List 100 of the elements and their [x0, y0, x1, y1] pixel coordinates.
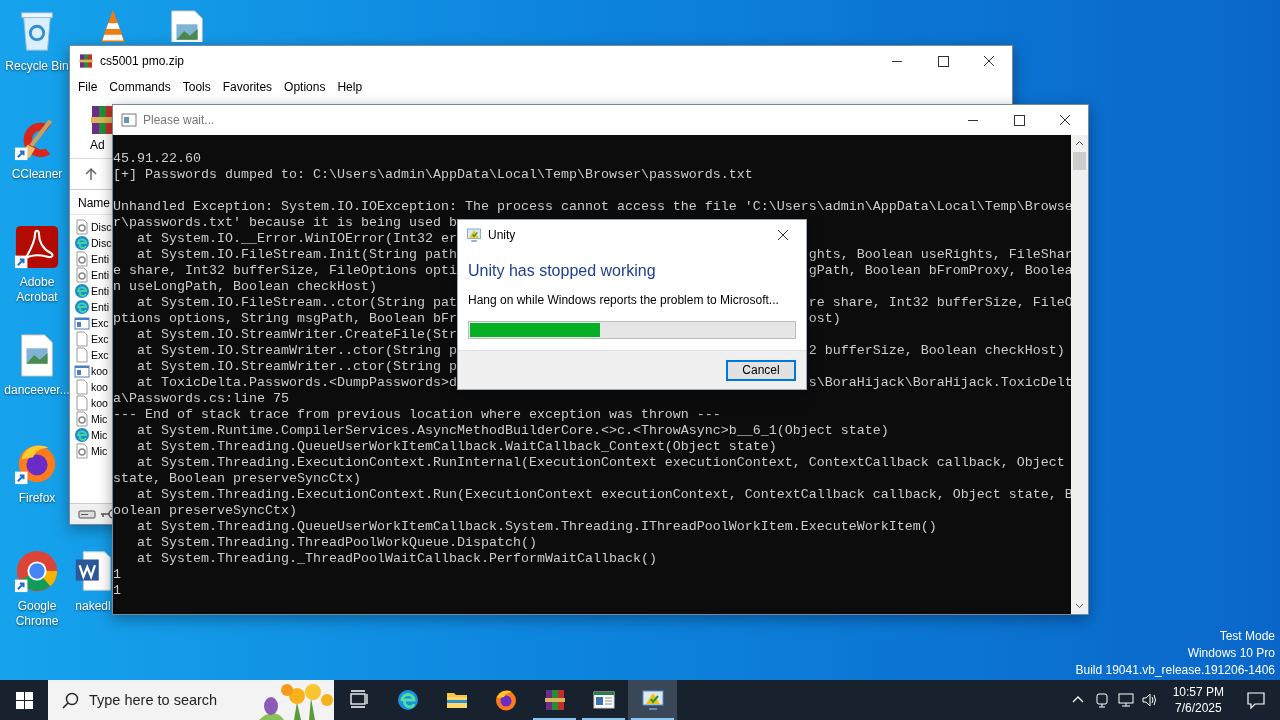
console-text: at System.Threading.ThreadPoolWorkQueue.Dispatch()	[136, 535, 537, 551]
console-text: at System.Threading._ThreadPoolWaitCallback.PerformWaitCallback()	[136, 551, 657, 567]
window-icon	[74, 315, 90, 331]
gear-file-icon	[74, 251, 90, 267]
browser-icon	[74, 299, 90, 315]
console-text: at System.IO.__Error.WinIOError(Int32 er	[136, 231, 457, 247]
console-text: at System.IO.StreamWriter..ctor(String p	[136, 343, 457, 359]
file-name[interactable]: Mic	[91, 429, 108, 441]
file-name[interactable]: koo	[91, 381, 108, 393]
window-icon	[591, 688, 616, 712]
console-text: n useLongPath, Boolean checkHost)	[113, 279, 377, 295]
gear-file-icon	[74, 267, 90, 283]
dialog-heading: Unity has stopped working	[468, 262, 657, 280]
file-name[interactable]: koo	[91, 365, 108, 377]
console-text: e share, Int32 bufferSize, FileOptions opti	[113, 263, 457, 279]
scrollbar[interactable]	[1071, 135, 1088, 614]
menu-item[interactable]: File	[78, 80, 98, 94]
console-text: a\Passwords.cs:line 75	[113, 391, 289, 407]
clock-date[interactable]: 7/6/2025	[1174, 700, 1222, 716]
console-text: at System.Threading.QueueUserWorkItemCallback.System.Threading.IThreadPoolWorkItem.ExecuteWorkItem()	[136, 519, 937, 535]
file-name[interactable]: Disc	[91, 221, 112, 233]
file-icon	[74, 331, 90, 347]
console-text: 1	[113, 583, 121, 599]
console-text: state, Boolean preserveSyncCtx)	[113, 471, 361, 487]
console-text: at System.Threading.ExecutionContext.RunInternal(ExecutionContext executionContext, ContextCallback callback, Object	[136, 455, 1065, 471]
pdf-reader-icon[interactable]	[14, 224, 60, 270]
desktop-icon-label: danceever...	[4, 383, 70, 398]
file-name[interactable]: koo	[91, 397, 108, 409]
file-name[interactable]: Enti	[91, 301, 110, 313]
desktop-icon-label: Adobe Acrobat	[16, 275, 58, 305]
browser-icon	[74, 427, 90, 443]
window-icon	[121, 112, 137, 128]
desktop-icon-label: nakedl	[75, 599, 111, 614]
browser-icon	[493, 688, 518, 712]
system-watermark-text: Test Mode	[1219, 628, 1275, 645]
file-name[interactable]: Mic	[91, 413, 108, 425]
console-text: Unhandled Exception: System.IO.IOException: The process cannot access the file 'C:\Users\admin\AppData\Local\Temp\Browse	[113, 199, 1071, 215]
toolbar-label: Ad	[90, 138, 105, 152]
file-name[interactable]: Exc	[91, 317, 109, 329]
file-icon	[74, 379, 90, 395]
books-icon[interactable]	[90, 104, 114, 136]
console-text: at System.Threading.QueueUserWorkItemCallback.WaitCallback_Context(Object state)	[136, 439, 777, 455]
notification-icon[interactable]	[1246, 690, 1266, 710]
drive-icon	[78, 508, 96, 520]
menu-item[interactable]: Commands	[109, 80, 171, 94]
window-title: cs5001 pmo.zip	[100, 54, 186, 68]
dialog-message: Hang on while Windows reports the problem to Microsoft...	[468, 293, 780, 307]
console-text: r\passwords.txt' because it is being used b	[113, 215, 457, 231]
round-browser-icon[interactable]	[14, 548, 60, 594]
file-name[interactable]: Enti	[91, 269, 110, 281]
gear-file-icon	[74, 219, 90, 235]
menu-item[interactable]: Tools	[182, 80, 211, 94]
cancel-button[interactable]: Cancel	[726, 359, 796, 381]
books-icon	[78, 53, 94, 69]
console-text: at System.IO.FileStream.Init(String path	[136, 247, 457, 263]
dialog-title: Unity	[488, 228, 517, 242]
file-name[interactable]: Exc	[91, 333, 109, 345]
file-icon	[74, 395, 90, 411]
file-icon	[74, 347, 90, 363]
file-name[interactable]: Exc	[91, 349, 109, 361]
desktop-icon-label: Google Chrome	[15, 599, 59, 629]
menu-item[interactable]: Favorites	[222, 80, 273, 94]
console-text: ptions options, String msgPath, Boolean bFr	[113, 311, 457, 327]
console-text: oolean preserveSyncCtx)	[113, 503, 297, 519]
console-text: 2 bufferSize, Boolean checkHost)	[808, 343, 1065, 359]
console-text: at System.IO.StreamWriter.CreateFile(Str	[136, 327, 457, 343]
desktop-icon-label: Recycle Bin	[5, 59, 69, 74]
console-text: ghts, Boolean useRights, FileShar	[808, 247, 1071, 263]
window-icon	[74, 363, 90, 379]
books-icon	[542, 688, 567, 712]
console-text: ost)	[808, 311, 841, 327]
console-text: s\BoraHijack\BoraHijack.ToxicDelt	[808, 375, 1071, 391]
browser-icon	[74, 283, 90, 299]
file-name[interactable]: Mic	[91, 445, 108, 457]
monitor-icon	[466, 227, 482, 243]
file-name[interactable]: Enti	[91, 253, 110, 265]
console-text: at System.IO.StreamWriter..ctor(String p	[136, 359, 457, 375]
gear-file-icon	[74, 443, 90, 459]
menu-item[interactable]: Help	[337, 80, 363, 94]
search-icon	[62, 691, 79, 709]
console-text: at System.IO.FileStream..ctor(String pat	[136, 295, 457, 311]
file-name[interactable]: Disc	[91, 237, 112, 249]
start-icon[interactable]	[15, 691, 33, 709]
taskbar-button[interactable]	[628, 680, 677, 720]
up-arrow-icon[interactable]	[84, 167, 98, 181]
console-text: 45.91.22.60	[113, 151, 201, 167]
system-watermark-text: Windows 10 Pro	[1187, 645, 1275, 662]
desktop-icon-label: Firefox	[18, 491, 56, 506]
desktop-icon-label: CCleaner	[11, 167, 63, 182]
network-icon[interactable]	[1116, 691, 1135, 709]
browser-icon	[74, 235, 90, 251]
console-text: at ToxicDelta.Passwords.<DumpPasswords>d	[136, 375, 457, 391]
clock-time[interactable]: 10:57 PM	[1172, 684, 1224, 700]
menu-item[interactable]: Options	[284, 80, 326, 94]
column-header[interactable]: Name	[78, 196, 110, 210]
console-text: 1	[113, 567, 121, 583]
console-text: [+] Passwords dumped to: C:\Users\admin\AppData\Local\Temp\Browser\passwords.txt	[113, 167, 753, 183]
scroll-thumb[interactable]	[1073, 152, 1086, 170]
file-name[interactable]: Enti	[91, 285, 110, 297]
volume-icon[interactable]	[1140, 691, 1159, 709]
